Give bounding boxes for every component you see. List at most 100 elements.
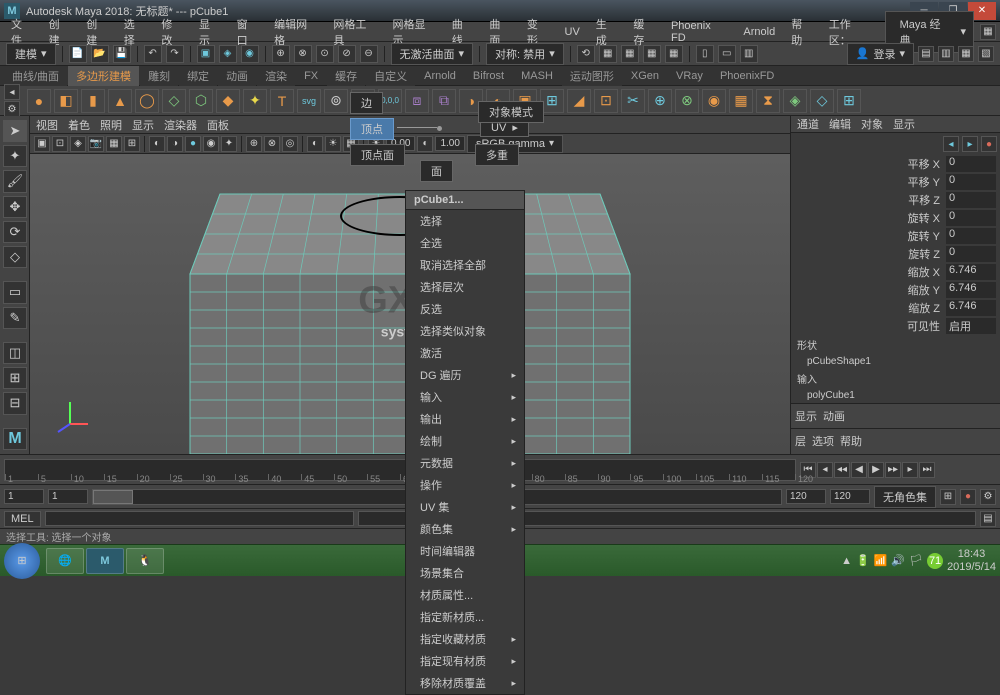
ctx-item[interactable]: 反选 bbox=[406, 298, 524, 320]
ctx-item[interactable]: DG 遍历 bbox=[406, 364, 524, 386]
tool-icon[interactable]: 0,0,0 bbox=[378, 89, 402, 113]
shelf-tab[interactable]: Arnold bbox=[416, 68, 464, 84]
vp-icon[interactable]: ◑ bbox=[167, 136, 183, 152]
tool-icon[interactable]: ⊗ bbox=[675, 89, 699, 113]
taskbar-app-maya[interactable]: M bbox=[86, 548, 124, 574]
vp-icon[interactable]: ◉ bbox=[203, 136, 219, 152]
last-tool[interactable]: ▭ bbox=[3, 281, 27, 303]
poly-torus-icon[interactable]: ◯ bbox=[135, 89, 159, 113]
shelf-tab[interactable]: 动画 bbox=[218, 66, 256, 86]
layout-icon[interactable]: ▦ bbox=[980, 24, 996, 40]
ctx-item[interactable]: 时间编辑器 bbox=[406, 540, 524, 562]
ctx-item[interactable]: 输入 bbox=[406, 386, 524, 408]
cb-bot-item[interactable]: 选项 bbox=[812, 433, 834, 449]
vp-menu-item[interactable]: 照明 bbox=[100, 117, 122, 133]
svg-tool-icon[interactable]: svg bbox=[297, 89, 321, 113]
ctx-item[interactable]: 场景集合 bbox=[406, 562, 524, 584]
menu-UV[interactable]: UV bbox=[558, 24, 587, 40]
viewport-mode-dropdown[interactable]: 无激活曲面 ▾ bbox=[391, 43, 474, 65]
new-scene-icon[interactable]: 📄 bbox=[69, 45, 87, 63]
render-icon[interactable]: ▦ bbox=[599, 45, 617, 63]
cb-bot-item[interactable]: 帮助 bbox=[840, 433, 862, 449]
pref-icon[interactable]: ⚙ bbox=[980, 489, 996, 505]
ctx-item[interactable]: UV 集 bbox=[406, 496, 524, 518]
attr-value[interactable]: 0 bbox=[946, 228, 996, 244]
tool-icon[interactable]: ⊞ bbox=[837, 89, 861, 113]
attr-value[interactable]: 6.746 bbox=[946, 300, 996, 316]
menu-Arnold[interactable]: Arnold bbox=[736, 24, 782, 40]
shelf-tab[interactable]: 缓存 bbox=[327, 66, 365, 86]
ctx-header[interactable]: pCube1... bbox=[406, 191, 524, 210]
ctx-item[interactable]: 选择层次 bbox=[406, 276, 524, 298]
cb-bot-tab[interactable]: 显示 bbox=[795, 408, 817, 424]
gamma-value[interactable]: 1.00 bbox=[435, 136, 464, 151]
history-icon[interactable]: ⟲ bbox=[577, 45, 595, 63]
ctx-item[interactable]: 取消选择全部 bbox=[406, 254, 524, 276]
range-end-inner[interactable] bbox=[786, 489, 826, 504]
shelf-tab[interactable]: 运动图形 bbox=[562, 66, 622, 86]
panel-icon[interactable]: ▥ bbox=[938, 46, 954, 62]
symmetry-dropdown[interactable]: 对称: 禁用 ▾ bbox=[486, 43, 564, 65]
ctx-item[interactable]: 颜色集 bbox=[406, 518, 524, 540]
shelf-tab[interactable]: MASH bbox=[513, 68, 561, 84]
cb-tab[interactable]: 对象 bbox=[861, 116, 883, 132]
shelf-tab[interactable]: 渲染 bbox=[257, 66, 295, 86]
tool-icon[interactable]: ◈ bbox=[783, 89, 807, 113]
tray-icon[interactable]: 🔊 bbox=[891, 554, 905, 567]
tool-icon[interactable]: ▦ bbox=[729, 89, 753, 113]
shelf-arrow-icon[interactable]: ◂ bbox=[4, 84, 20, 100]
shelf-tab[interactable]: XGen bbox=[623, 68, 667, 84]
ctx-item[interactable]: 移除材质覆盖 bbox=[406, 672, 524, 694]
cb-icon[interactable]: ◂ bbox=[943, 136, 959, 152]
cb-icon[interactable]: ● bbox=[981, 136, 997, 152]
attr-value[interactable]: 0 bbox=[946, 156, 996, 172]
clock-date[interactable]: 2019/5/14 bbox=[947, 561, 996, 573]
range-start-outer[interactable] bbox=[4, 489, 44, 504]
tool-icon[interactable]: ❄ bbox=[351, 89, 375, 113]
shelf-gear-icon[interactable]: ⚙ bbox=[4, 101, 20, 117]
range-start-inner[interactable] bbox=[48, 489, 88, 504]
menu-Phoenix FD[interactable]: Phoenix FD bbox=[664, 18, 734, 46]
poly-type-icon[interactable]: ✦ bbox=[243, 89, 267, 113]
ctx-item[interactable]: 激活 bbox=[406, 342, 524, 364]
boolean-icon[interactable]: ◑ bbox=[459, 89, 483, 113]
gamma-icon[interactable]: ◐ bbox=[417, 136, 433, 152]
ctx-item[interactable]: 输出 bbox=[406, 408, 524, 430]
vp-menu-item[interactable]: 显示 bbox=[132, 117, 154, 133]
extrude-icon[interactable]: ▣ bbox=[513, 89, 537, 113]
exposure-icon[interactable]: ☀ bbox=[368, 136, 384, 152]
system-tray[interactable]: ▲ 🔋 📶 🔊 🏳 71 18:43 2019/5/14 bbox=[841, 548, 996, 572]
vp-icon[interactable]: ◐ bbox=[149, 136, 165, 152]
layout-icon[interactable]: ▭ bbox=[718, 45, 736, 63]
login-dropdown[interactable]: 👤 登录 ▾ bbox=[847, 43, 914, 65]
attr-value[interactable]: 0 bbox=[946, 174, 996, 190]
cb-icon[interactable]: ▸ bbox=[962, 136, 978, 152]
shelf-tab[interactable]: 多边形建模 bbox=[68, 66, 139, 86]
ctx-item[interactable]: 指定收藏材质 bbox=[406, 628, 524, 650]
range-icon[interactable]: ⊞ bbox=[940, 489, 956, 505]
boolean-icon[interactable]: ◐ bbox=[486, 89, 510, 113]
ctx-item[interactable]: 元数据 bbox=[406, 452, 524, 474]
step-fwd-icon[interactable]: ▸ bbox=[902, 462, 918, 478]
ctx-item[interactable]: 选择类似对象 bbox=[406, 320, 524, 342]
snap-icon[interactable]: ⊗ bbox=[294, 45, 312, 63]
sel-mode-icon[interactable]: ◉ bbox=[241, 45, 259, 63]
separate-icon[interactable]: ⧉ bbox=[432, 89, 456, 113]
move-tool[interactable]: ✥ bbox=[3, 196, 27, 218]
shelf-tab[interactable]: 自定义 bbox=[366, 66, 415, 86]
attr-value[interactable]: 启用 bbox=[946, 318, 996, 334]
rotate-tool[interactable]: ⟳ bbox=[3, 221, 27, 243]
layout-icon[interactable]: ⊟ bbox=[3, 392, 27, 414]
tool-icon[interactable]: ◇ bbox=[810, 89, 834, 113]
taskbar-app[interactable]: 🐧 bbox=[126, 548, 164, 574]
ctx-item[interactable]: 全选 bbox=[406, 232, 524, 254]
tray-icon[interactable]: 🔋 bbox=[856, 554, 870, 567]
redo-icon[interactable]: ↷ bbox=[166, 45, 184, 63]
shelf-tab[interactable]: 雕刻 bbox=[140, 66, 178, 86]
vp-menu-item[interactable]: 着色 bbox=[68, 117, 90, 133]
open-icon[interactable]: 📂 bbox=[91, 45, 109, 63]
range-end-outer[interactable] bbox=[830, 489, 870, 504]
tool-icon[interactable]: ⊚ bbox=[324, 89, 348, 113]
vp-icon[interactable]: ⊡ bbox=[52, 136, 68, 152]
select-tool[interactable]: ➤ bbox=[3, 120, 27, 142]
